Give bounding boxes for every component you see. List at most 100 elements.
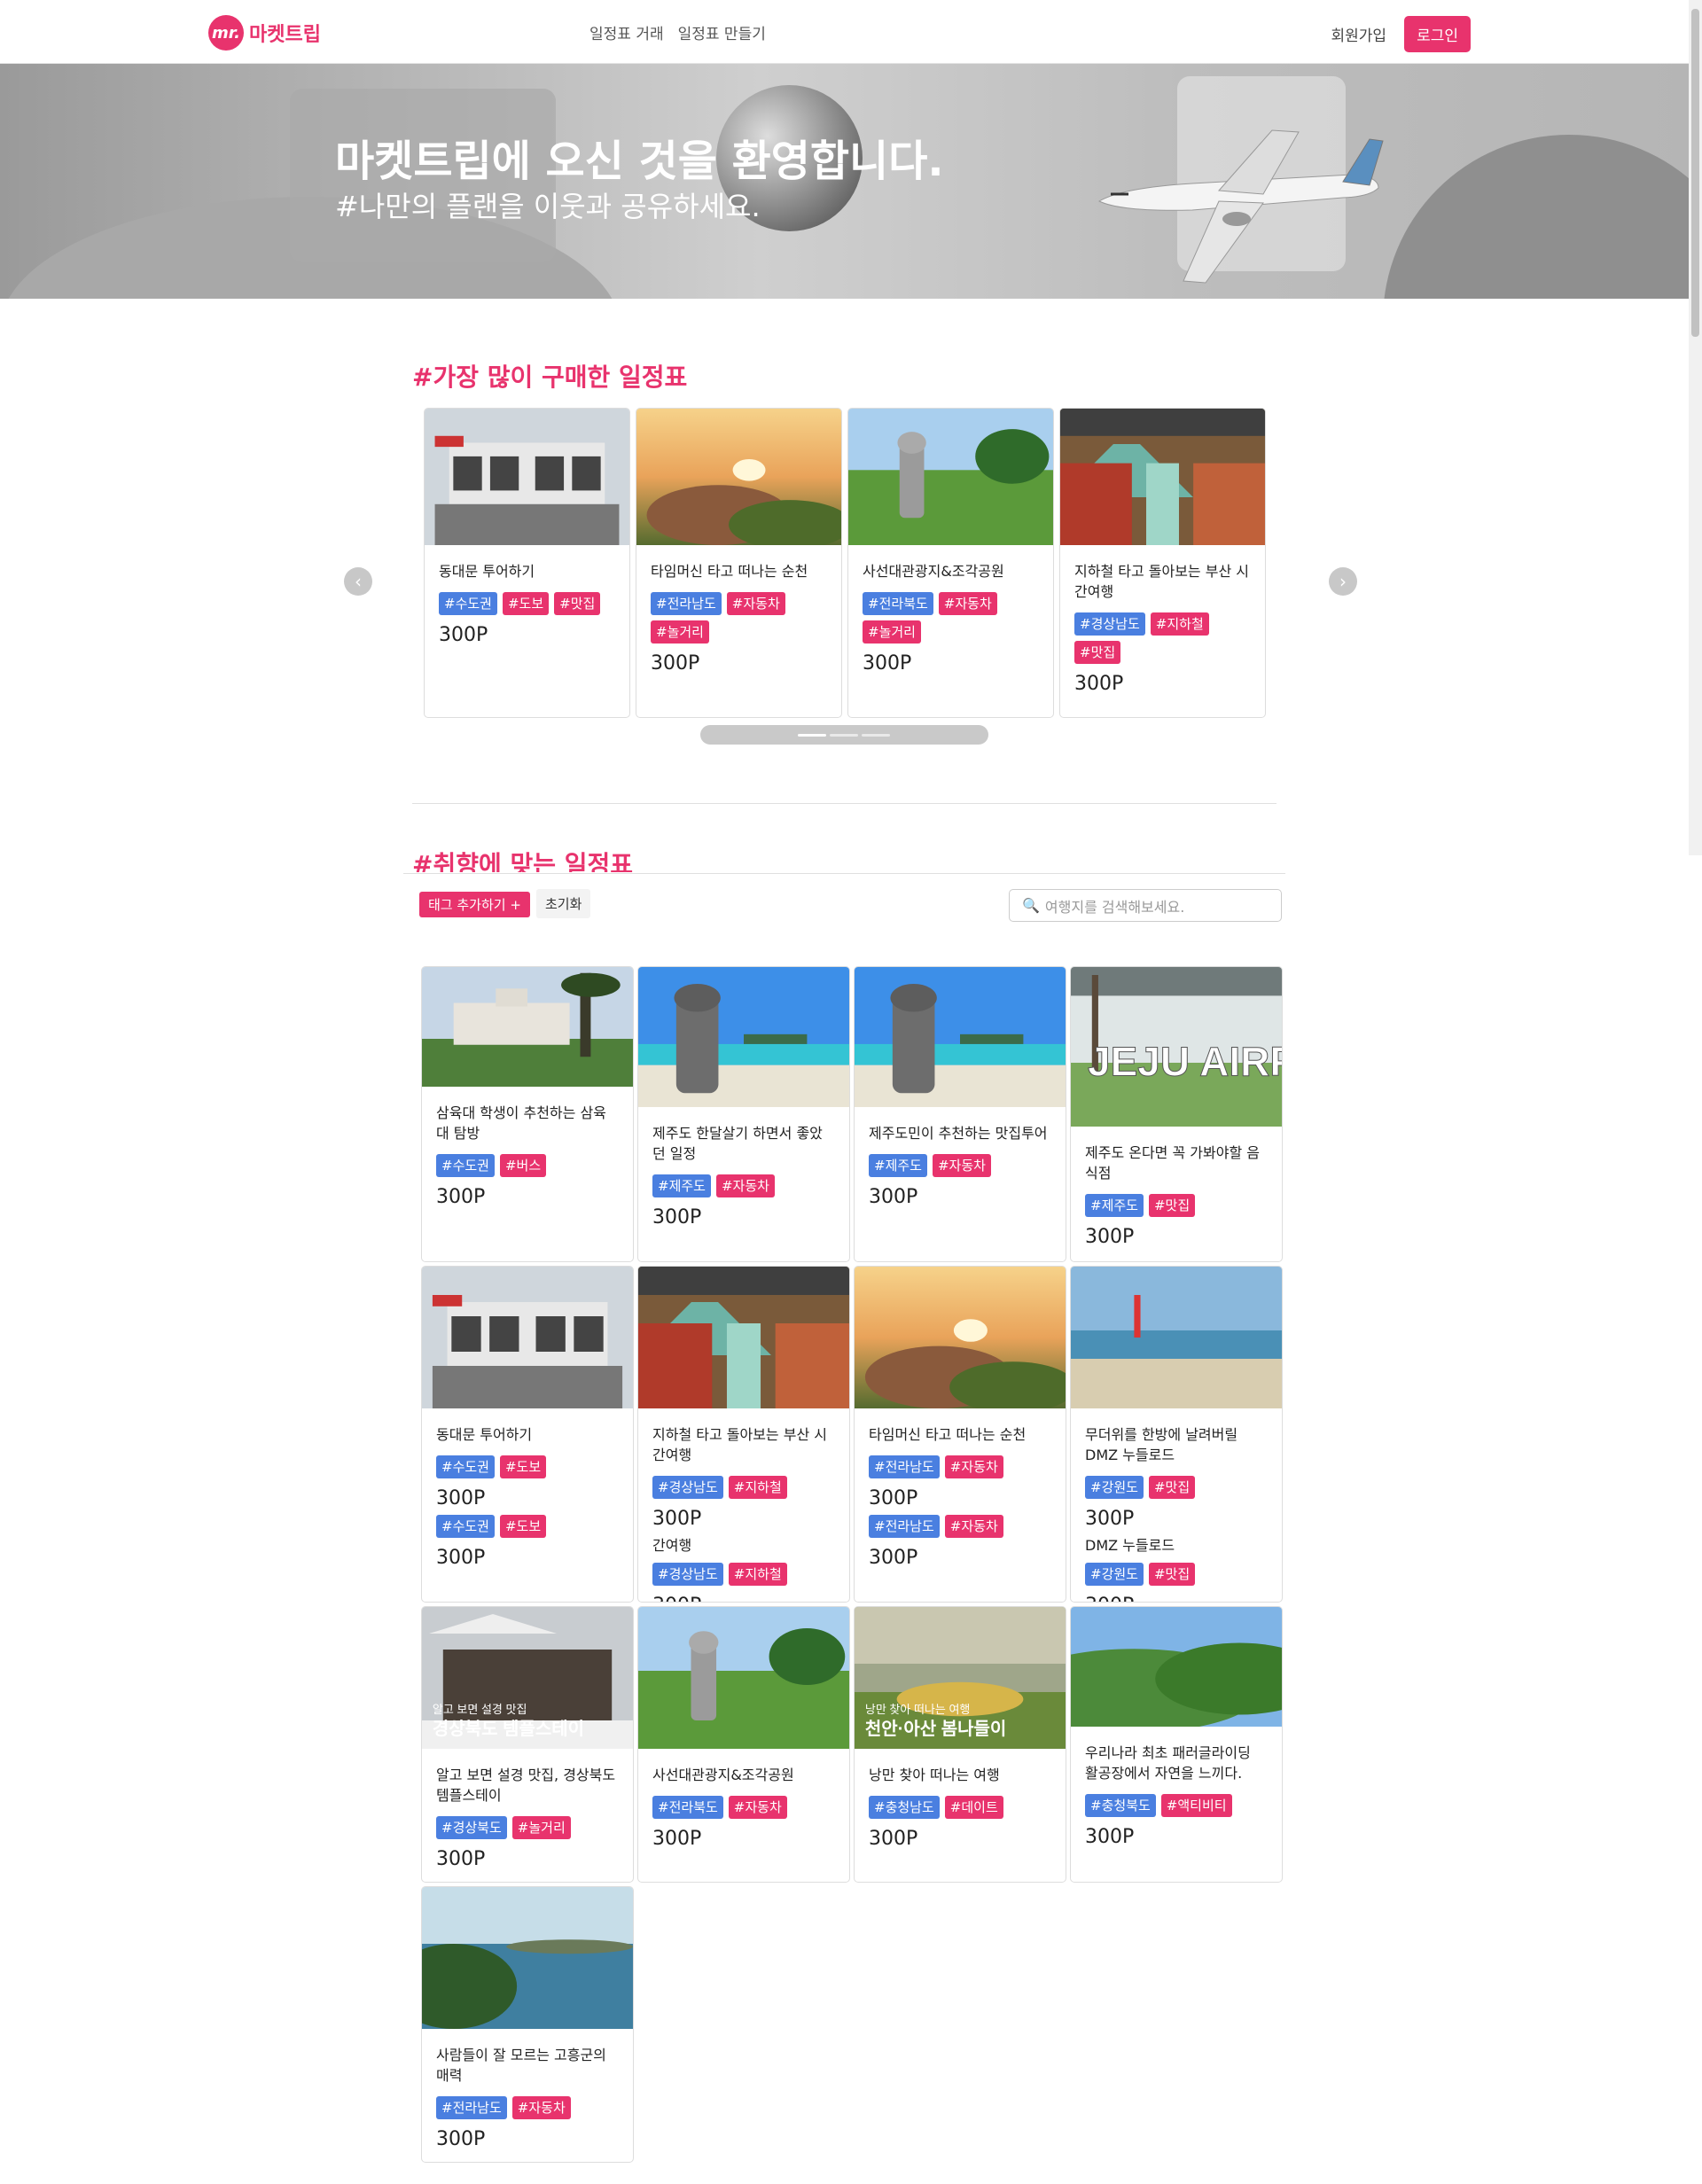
tag[interactable]: #자동차 — [715, 1174, 775, 1197]
tag[interactable]: #버스 — [499, 1154, 547, 1177]
plan-card[interactable]: 동대문 투어하기 #수도권 #도보 #맛집 300P — [424, 408, 630, 718]
add-tag-button[interactable]: 태그 추가하기 + — [419, 892, 530, 917]
card-image: JEJU AIRPORT — [1071, 967, 1282, 1127]
plan-card[interactable]: 낭만 찾아 떠나는 여행 천안·아산 봄나들이 낭만 찾아 떠나는 여행 #충청남도 #… — [854, 1606, 1066, 1883]
reset-button[interactable]: 초기화 — [536, 889, 591, 918]
tag[interactable]: #전라북도 — [863, 592, 933, 615]
tag[interactable]: #수도권 — [439, 592, 497, 615]
tag[interactable]: #제주도 — [1085, 1194, 1144, 1217]
tag[interactable]: #놀거리 — [511, 1816, 571, 1839]
card-title: 제주도 한달살기 하면서 좋았던 일정 — [652, 1125, 823, 1162]
logo[interactable]: mr. 마켓트립 — [208, 15, 321, 51]
tag[interactable]: #맛집 — [1148, 1476, 1196, 1499]
airplane-icon — [1097, 129, 1384, 284]
card-price: 300P — [651, 652, 700, 675]
plan-card[interactable]: 알고 보면 설경 맛집 경상북도 템플스테이 알고 보면 설경 맛집, 경상북도 템… — [421, 1606, 634, 1883]
tag[interactable]: #놀거리 — [651, 620, 709, 644]
plan-card[interactable]: 사람들이 잘 모르는 고흥군의 매력 #전라남도 #자동차 300P — [421, 1886, 634, 2163]
tag-list: #경상남도 #지하철 #맛집 — [1060, 612, 1265, 664]
tag[interactable]: #경상북도 — [436, 1816, 507, 1839]
tag[interactable]: #전라남도 — [869, 1515, 940, 1538]
tag[interactable]: #자동차 — [944, 1455, 1003, 1478]
tag-list: #전라북도 #자동차 #놀거리 — [848, 592, 1053, 644]
tag[interactable]: #데이트 — [944, 1796, 1003, 1819]
tag[interactable]: #강원도 — [1085, 1563, 1144, 1586]
tag[interactable]: #자동차 — [726, 592, 785, 615]
plan-card[interactable]: 제주도 한달살기 하면서 좋았던 일정 #제주도 #자동차 300P — [637, 966, 850, 1262]
tag[interactable]: #경상남도 — [1074, 612, 1145, 636]
tag[interactable]: #전라북도 — [652, 1796, 723, 1819]
logo-badge: mr. — [208, 15, 244, 51]
tag[interactable]: #자동차 — [511, 2096, 571, 2119]
nav-link-create[interactable]: 일정표 만들기 — [678, 21, 766, 43]
tag[interactable]: #충청북도 — [1085, 1794, 1156, 1817]
tag[interactable]: #놀거리 — [863, 620, 921, 644]
tag[interactable]: #강원도 — [1085, 1476, 1144, 1499]
plan-card[interactable]: 제주도민이 추천하는 맛집투어 #제주도 #자동차 300P — [854, 966, 1066, 1262]
tag-list: #전라남도 #자동차 — [422, 2096, 633, 2119]
tag[interactable]: #경상남도 — [652, 1563, 723, 1586]
tag[interactable]: #전라남도 — [869, 1455, 940, 1478]
search-placeholder: 여행지를 검색해보세요. — [1044, 898, 1185, 916]
plan-card[interactable]: JEJU AIRPORT 제주도 온다면 꼭 가봐야할 음식점 #제주도#맛집 300… — [1070, 966, 1283, 1262]
tag[interactable]: #지하철 — [728, 1476, 787, 1499]
signup-button[interactable]: 회원가입 — [1331, 23, 1387, 45]
login-button[interactable]: 로그인 — [1404, 16, 1471, 52]
tag[interactable]: #자동차 — [938, 592, 997, 615]
card-title: 동대문 투어하기 — [439, 563, 535, 580]
tag[interactable]: #도보 — [499, 1515, 547, 1538]
nav-link-trade[interactable]: 일정표 거래 — [589, 21, 664, 43]
tag[interactable]: #맛집 — [1148, 1194, 1196, 1217]
plan-card[interactable]: 타임머신 타고 떠나는 순천 #전라남도 #자동차 #놀거리 300P — [636, 408, 842, 718]
card-price: 300P — [652, 1508, 702, 1530]
carousel-prev-button[interactable]: ‹ — [344, 567, 372, 596]
tag[interactable]: #자동차 — [944, 1515, 1003, 1538]
page-scrollbar[interactable] — [1689, 0, 1702, 855]
tag-list: #전라남도 #자동차 #놀거리 — [636, 592, 841, 644]
tag[interactable]: #제주도 — [869, 1154, 927, 1177]
tag[interactable]: #도보 — [502, 592, 550, 615]
card-title: 사람들이 잘 모르는 고흥군의 매력 — [436, 2047, 606, 2084]
tag[interactable]: #경상남도 — [652, 1476, 723, 1499]
tag[interactable]: #전라남도 — [436, 2096, 507, 2119]
plan-card[interactable]: 타임머신 타고 떠나는 순천 #전라남도 #자동차 300P #전라남도 #자동차 300P — [854, 1266, 1066, 1603]
tag[interactable]: #충청남도 — [869, 1796, 940, 1819]
tag[interactable]: #맛집 — [1148, 1563, 1196, 1586]
card-price: 300P — [436, 1547, 486, 1569]
plan-card[interactable]: 삼육대 학생이 추천하는 삼육대 탐방 #수도권 #버스 300P — [421, 966, 634, 1262]
tag[interactable]: #자동차 — [728, 1796, 787, 1819]
card-price: 300P — [439, 624, 488, 646]
plan-card[interactable]: 사선대관광지&조각공원 #전라북도 #자동차 #놀거리 300P — [847, 408, 1054, 718]
card-title: 낭만 찾아 떠나는 여행 — [869, 1767, 1000, 1783]
plan-card[interactable]: 지하철 타고 돌아보는 부산 시간여행 #경상남도 #지하철 300P 간여행 #경상남도… — [637, 1266, 850, 1603]
card-title: 사선대관광지&조각공원 — [652, 1767, 794, 1783]
carousel-next-button[interactable]: › — [1329, 567, 1357, 596]
plan-card[interactable]: 무더위를 한방에 날려버릴 DMZ 누들로드 #강원도 #맛집 300P DMZ 누들로… — [1070, 1266, 1283, 1603]
search-input[interactable]: 🔍 여행지를 검색해보세요. — [1009, 889, 1282, 922]
tag[interactable]: #도보 — [499, 1455, 547, 1478]
chevron-right-icon: › — [1339, 571, 1347, 592]
tag[interactable]: #수도권 — [436, 1515, 495, 1538]
tag[interactable]: #액티비티 — [1160, 1794, 1232, 1817]
plan-card[interactable]: 지하철 타고 돌아보는 부산 시간여행 #경상남도 #지하철 #맛집 300P — [1059, 408, 1266, 718]
tag[interactable]: #수도권 — [436, 1154, 495, 1177]
tag-list: #전라남도 #자동차 — [855, 1515, 1066, 1538]
tag[interactable]: #맛집 — [1074, 641, 1121, 664]
carousel-scrollbar[interactable] — [700, 725, 988, 745]
plan-card[interactable]: 사선대관광지&조각공원 #전라북도 #자동차 300P — [637, 1606, 850, 1883]
tag[interactable]: #지하철 — [1150, 612, 1209, 636]
tag[interactable]: #수도권 — [436, 1455, 495, 1478]
card-title: 사선대관광지&조각공원 — [863, 563, 1004, 580]
card-price: 300P — [436, 1848, 486, 1870]
card-price: 300P — [1085, 1508, 1135, 1530]
card-price: 300P — [863, 652, 912, 675]
tag[interactable]: #자동차 — [932, 1154, 991, 1177]
tag[interactable]: #전라남도 — [651, 592, 722, 615]
plan-card[interactable]: 동대문 투어하기 #수도권 #도보 300P #수도권 #도보 300P — [421, 1266, 634, 1603]
tag[interactable]: #맛집 — [554, 592, 601, 615]
hero-subtitle: #나만의 플랜을 이웃과 공유하세요. — [335, 190, 761, 223]
section-divider — [412, 803, 1276, 804]
plan-card[interactable]: 우리나라 최초 패러글라이딩 활공장에서 자연을 느끼다. #충청북도 #액티비티 3… — [1070, 1606, 1283, 1883]
tag[interactable]: #제주도 — [652, 1174, 711, 1197]
tag[interactable]: #지하철 — [728, 1563, 787, 1586]
